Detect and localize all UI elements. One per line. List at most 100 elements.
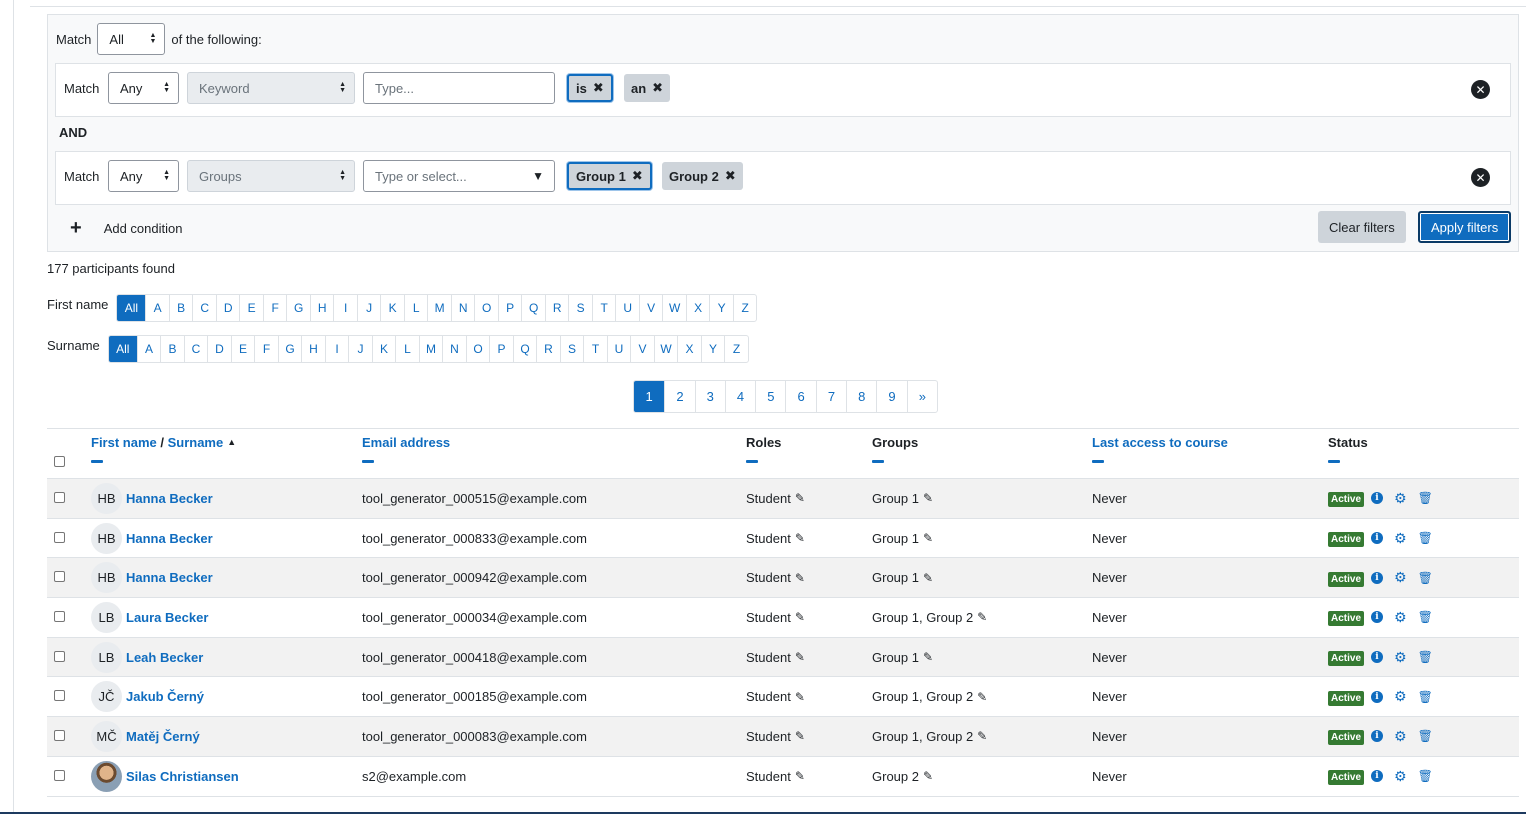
initial-i[interactable]: I	[324, 336, 349, 362]
initial-h[interactable]: H	[309, 295, 334, 321]
remove-condition-icon[interactable]: ✕	[1471, 80, 1490, 99]
pencil-icon[interactable]: ✎	[795, 650, 805, 664]
collapse-column-icon[interactable]	[1328, 460, 1340, 463]
initial-j[interactable]: J	[348, 336, 372, 362]
row-checkbox[interactable]	[54, 611, 65, 623]
keyword-input[interactable]: Type...	[363, 72, 555, 104]
page-link-1[interactable]: 1	[634, 381, 665, 412]
row-checkbox[interactable]	[54, 492, 65, 503]
user-name-link[interactable]: Hanna Becker	[126, 491, 213, 506]
initial-y[interactable]: Y	[700, 336, 725, 362]
info-icon[interactable]: i	[1371, 611, 1384, 624]
pencil-icon[interactable]: ✎	[923, 769, 933, 783]
user-name-link[interactable]: Hanna Becker	[126, 570, 213, 585]
initial-k[interactable]: K	[380, 295, 404, 321]
initial-p[interactable]: P	[489, 336, 513, 362]
trash-icon[interactable]: 🗑	[1418, 491, 1433, 505]
initial-c[interactable]: C	[192, 295, 216, 321]
apply-filters-button[interactable]: Apply filters	[1418, 211, 1512, 243]
initial-g[interactable]: G	[277, 336, 302, 362]
collapse-column-icon[interactable]	[1092, 460, 1104, 463]
trash-icon[interactable]: 🗑	[1418, 690, 1433, 704]
page-next-link[interactable]: »	[906, 381, 937, 412]
trash-icon[interactable]: 🗑	[1418, 610, 1433, 624]
match-any-select[interactable]: Any ▲ ▼	[108, 72, 179, 104]
keyword-chip-an[interactable]: an ✖	[624, 74, 671, 102]
info-icon[interactable]: i	[1371, 730, 1384, 743]
trash-icon[interactable]: 🗑	[1418, 531, 1433, 545]
gear-icon[interactable]: ⚙	[1394, 688, 1407, 705]
row-checkbox[interactable]	[54, 571, 65, 583]
initial-a[interactable]: A	[145, 295, 169, 321]
info-icon[interactable]: i	[1371, 690, 1384, 703]
row-checkbox[interactable]	[54, 769, 65, 781]
pencil-icon[interactable]: ✎	[795, 769, 805, 783]
initial-n[interactable]: N	[450, 295, 475, 321]
clear-filters-button[interactable]: Clear filters	[1318, 211, 1406, 243]
user-name-link[interactable]: Matěj Černý	[126, 729, 200, 744]
initial-f[interactable]: F	[254, 336, 278, 362]
initial-d[interactable]: D	[207, 336, 231, 362]
user-name-link[interactable]: Leah Becker	[126, 650, 203, 665]
initial-s[interactable]: S	[559, 336, 584, 362]
initial-k[interactable]: K	[371, 336, 396, 362]
sort-surname-link[interactable]: Surname	[168, 435, 224, 450]
info-icon[interactable]: i	[1371, 571, 1384, 584]
pencil-icon[interactable]: ✎	[923, 531, 933, 545]
initial-q[interactable]: Q	[512, 336, 537, 362]
initial-z[interactable]: Z	[724, 336, 748, 362]
gear-icon[interactable]: ⚙	[1394, 569, 1407, 586]
keyword-chip-is[interactable]: is ✖	[567, 74, 613, 102]
initial-l[interactable]: L	[403, 295, 428, 321]
page-link-5[interactable]: 5	[755, 381, 785, 412]
sort-last-access-link[interactable]: Last access to course	[1092, 435, 1228, 450]
row-checkbox[interactable]	[54, 531, 65, 543]
info-icon[interactable]: i	[1371, 492, 1384, 505]
user-name-link[interactable]: Jakub Černý	[126, 689, 204, 704]
initial-t[interactable]: T	[591, 295, 616, 321]
initial-r[interactable]: R	[544, 295, 569, 321]
initial-b[interactable]: B	[168, 295, 193, 321]
initial-u[interactable]: U	[606, 336, 631, 362]
pencil-icon[interactable]: ✎	[923, 491, 933, 505]
info-icon[interactable]: i	[1371, 651, 1384, 664]
row-checkbox[interactable]	[54, 650, 65, 662]
trash-icon[interactable]: 🗑	[1418, 650, 1433, 664]
initial-i[interactable]: I	[333, 295, 357, 321]
initial-o[interactable]: O	[474, 295, 498, 321]
trash-icon[interactable]: 🗑	[1418, 571, 1433, 585]
initial-v[interactable]: V	[630, 336, 654, 362]
pencil-icon[interactable]: ✎	[795, 610, 805, 624]
user-name-link[interactable]: Silas Christiansen	[126, 769, 239, 784]
initial-x[interactable]: X	[677, 336, 701, 362]
initial-t[interactable]: T	[583, 336, 607, 362]
initial-u[interactable]: U	[615, 295, 639, 321]
select-all-checkbox[interactable]	[54, 456, 65, 467]
page-link-9[interactable]: 9	[876, 381, 906, 412]
initial-l[interactable]: L	[395, 336, 419, 362]
gear-icon[interactable]: ⚙	[1394, 530, 1407, 547]
row-checkbox[interactable]	[54, 730, 65, 742]
caret-down-icon[interactable]: ▼	[532, 169, 544, 183]
collapse-column-icon[interactable]	[746, 460, 758, 463]
pencil-icon[interactable]: ✎	[795, 531, 805, 545]
row-checkbox[interactable]	[54, 690, 65, 702]
page-link-8[interactable]: 8	[846, 381, 876, 412]
info-icon[interactable]: i	[1371, 770, 1384, 783]
pencil-icon[interactable]: ✎	[795, 571, 805, 585]
initial-w[interactable]: W	[662, 295, 686, 321]
initial-d[interactable]: D	[215, 295, 240, 321]
match-all-select[interactable]: All ▲ ▼	[97, 23, 166, 55]
pencil-icon[interactable]: ✎	[795, 729, 805, 743]
page-link-3[interactable]: 3	[694, 381, 725, 412]
gear-icon[interactable]: ⚙	[1394, 609, 1407, 626]
pencil-icon[interactable]: ✎	[923, 571, 933, 585]
collapse-column-icon[interactable]	[872, 460, 884, 463]
initial-c[interactable]: C	[183, 336, 208, 362]
initial-m[interactable]: M	[418, 336, 443, 362]
gear-icon[interactable]: ⚙	[1394, 728, 1407, 745]
pencil-icon[interactable]: ✎	[977, 729, 987, 743]
group-chip-2[interactable]: Group 2 ✖	[662, 162, 743, 190]
initial-all[interactable]: All	[117, 295, 146, 321]
initial-f[interactable]: F	[262, 295, 287, 321]
